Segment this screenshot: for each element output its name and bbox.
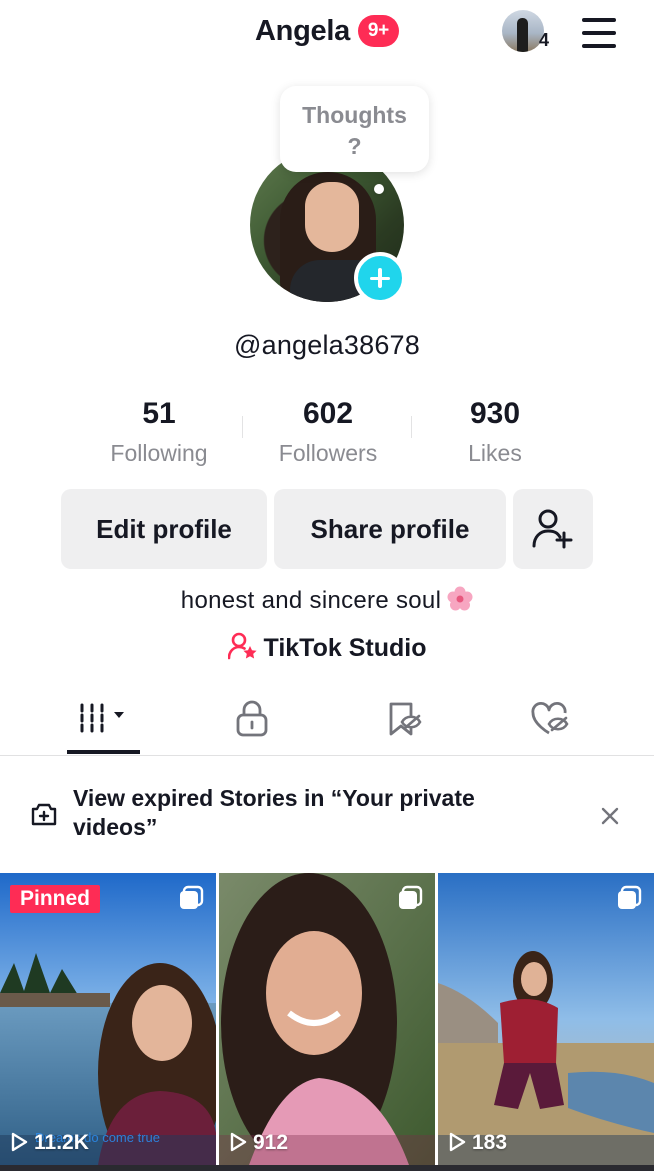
favorites-icon [389,702,422,736]
play-icon [230,1132,247,1152]
bubble-tail [374,184,384,194]
thoughts-bubble[interactable]: Thoughts ? [280,86,429,172]
tab-private[interactable] [202,690,302,750]
stat-likes[interactable]: 930 Likes [415,394,575,473]
stat-followers[interactable]: 602 Followers [248,394,408,473]
view-count-value: 183 [472,1131,508,1154]
profile-tabs [0,690,654,756]
active-tab-indicator [67,750,140,754]
thoughts-text: Thoughts ? [302,102,407,159]
view-count: 183 [448,1131,507,1155]
photo-mode-icon [618,885,642,909]
video-thumbnail [438,873,654,1165]
tab-videos[interactable] [54,690,154,750]
video-tile[interactable]: Pinned Dreams do come true 11.2K [0,873,216,1165]
cherry-blossom-icon [447,586,473,611]
tab-favorites[interactable] [355,690,455,750]
stat-divider [411,416,412,438]
add-friend-button[interactable] [513,489,593,569]
banner-text: View expired Stories in “Your private vi… [73,785,475,840]
studio-label: TikTok Studio [263,634,427,662]
video-grid: Pinned Dreams do come true 11.2K 912 183 [0,873,654,1171]
profile-stats: 51 Following 602 Followers 930 Likes [0,394,654,474]
play-icon [449,1132,466,1152]
view-count-value: 11.2K [34,1131,89,1154]
edit-profile-button[interactable]: Edit profile [61,489,267,569]
likes-count: 930 [469,397,521,430]
creator-star-icon [227,632,257,660]
add-story-plus-icon[interactable] [354,252,406,304]
next-row-edge [0,1165,654,1171]
story-icon [31,803,57,826]
followers-label: Followers [278,440,378,466]
view-count: 11.2K [10,1131,89,1155]
video-thumbnail [219,873,435,1165]
account-avatar [502,10,544,52]
account-switcher-button[interactable]: 4 [500,10,556,56]
likes-label: Likes [468,440,522,466]
tab-liked[interactable] [500,690,600,750]
bio-text: honest and sincere soul [180,587,442,614]
pinned-badge: Pinned [10,885,101,913]
following-label: Following [110,440,208,466]
profile-name: Angela [255,14,350,47]
share-profile-button[interactable]: Share profile [274,489,506,569]
followers-count: 602 [302,397,354,430]
stat-following[interactable]: 51 Following [79,394,239,473]
photo-mode-icon [399,885,423,909]
bio: honest and sincere soul [0,586,654,615]
tiktok-studio-link[interactable]: TikTok Studio [0,632,654,663]
add-friend-icon [532,509,573,549]
following-count: 51 [142,397,176,430]
video-tile[interactable]: 912 [219,873,435,1165]
notification-badge: 9+ [357,15,399,48]
grid-icon [80,703,124,733]
hamburger-menu-icon[interactable] [580,16,620,50]
liked-icon [531,701,569,735]
expired-stories-banner[interactable]: View expired Stories in “Your private vi… [0,756,654,872]
account-count: 4 [539,30,550,50]
video-thumbnail [0,873,216,1165]
video-tile[interactable]: 183 [438,873,654,1165]
stat-divider [242,416,243,438]
photo-mode-icon [180,885,204,909]
play-icon [11,1132,28,1152]
username: @angela38678 [234,330,420,360]
view-count: 912 [229,1131,288,1155]
lock-icon [236,700,268,737]
close-icon[interactable] [594,800,626,832]
top-bar: Angela 9+ 4 [0,0,654,70]
view-count-value: 912 [253,1131,289,1154]
